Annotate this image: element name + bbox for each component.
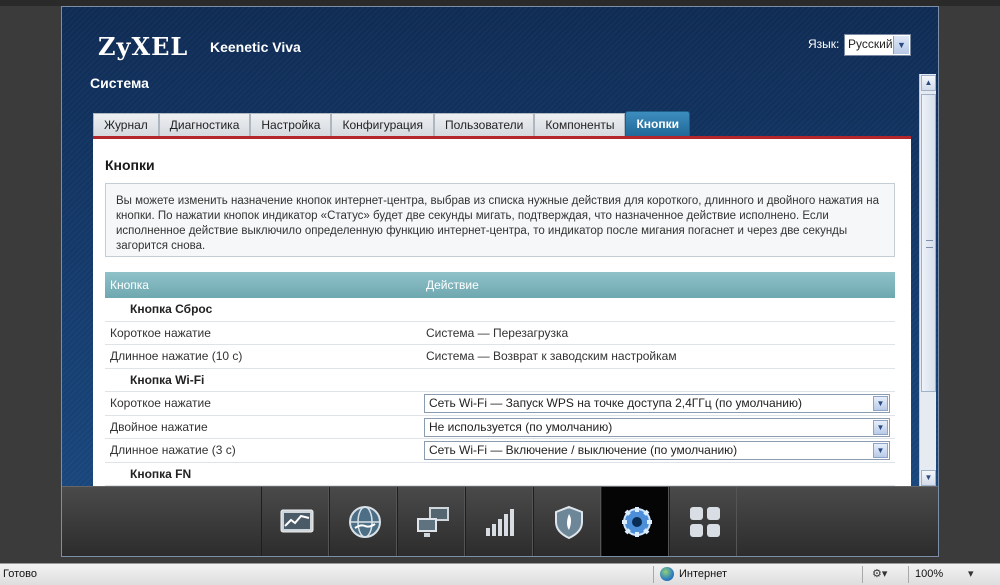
status-divider — [653, 566, 654, 583]
model-name: Keenetic Viva — [210, 39, 301, 55]
dock-security[interactable] — [533, 487, 601, 556]
dock-monitor[interactable] — [261, 487, 329, 556]
brand-logo: ZyXEL — [98, 32, 189, 61]
router-web-interface: ZyXEL Keenetic Viva Язык: Русский ▼ Сист… — [61, 6, 939, 557]
tab-users[interactable]: Пользователи — [433, 113, 535, 137]
network-computers-icon — [417, 507, 449, 537]
tab-settings[interactable]: Настройка — [250, 113, 332, 137]
tab-configuration[interactable]: Конфигурация — [331, 113, 434, 137]
table-row: Двойное нажатие Не используется (по умол… — [105, 416, 895, 439]
monitor-chart-icon — [280, 509, 314, 533]
tab-components[interactable]: Компоненты — [534, 113, 626, 137]
protected-mode-icon[interactable]: ⚙▾ — [872, 567, 887, 580]
status-text: Готово — [3, 568, 37, 580]
action-select-value: Сеть Wi-Fi — Запуск WPS на точке доступа… — [429, 396, 802, 410]
column-header-action: Действие — [426, 278, 479, 292]
action-select[interactable]: Сеть Wi-Fi — Запуск WPS на точке доступа… — [424, 394, 890, 413]
gear-icon — [622, 507, 652, 537]
info-box: Вы можете изменить назначение кнопок инт… — [105, 183, 895, 257]
vertical-scrollbar[interactable]: ▲ ▼ — [919, 74, 936, 488]
table-header: Кнопка Действие — [105, 272, 895, 298]
group-label: Кнопка Wi-Fi — [130, 372, 205, 387]
tab-diagnostics[interactable]: Диагностика — [158, 113, 251, 137]
action-select-value: Сеть Wi-Fi — Включение / выключение (по … — [429, 443, 738, 457]
action-value: Система — Перезагрузка — [426, 325, 569, 340]
content-panel: Кнопки Вы можете изменить назначение кно… — [93, 139, 911, 487]
press-type: Длинное нажатие (10 с) — [110, 349, 243, 363]
signal-bars-icon — [486, 509, 514, 536]
action-select-value: Не используется (по умолчанию) — [429, 419, 613, 434]
action-select[interactable]: Сеть Wi-Fi — Включение / выключение (по … — [424, 441, 890, 460]
globe-icon — [349, 506, 381, 538]
language-select-value: Русский — [848, 37, 893, 51]
group-label: Кнопка FN — [130, 466, 192, 481]
press-type: Короткое нажатие — [110, 325, 211, 340]
scrollbar-thumb[interactable] — [921, 94, 936, 392]
dock-wifi[interactable] — [465, 487, 533, 556]
status-divider — [862, 566, 863, 583]
press-type: Короткое нажатие — [110, 396, 211, 410]
table-row: Короткое нажатие Система — Перезагрузка — [105, 322, 895, 345]
chevron-down-icon: ▼ — [873, 443, 888, 458]
group-row-reset: Кнопка Сброс — [105, 298, 895, 322]
group-row-wifi: Кнопка Wi-Fi — [105, 369, 895, 392]
zoom-dropdown-icon[interactable]: ▾ — [968, 567, 974, 580]
apps-grid-icon — [690, 507, 720, 537]
chevron-down-icon: ▼ — [893, 36, 909, 54]
internet-zone-icon — [660, 567, 674, 581]
dock-system[interactable] — [601, 487, 669, 556]
column-header-button: Кнопка — [110, 278, 149, 292]
tab-bar: Журнал Диагностика Настройка Конфигураци… — [93, 111, 690, 137]
tab-buttons[interactable]: Кнопки — [625, 111, 690, 137]
bottom-dock — [62, 486, 938, 556]
action-value: Система — Возврат к заводским настройкам — [426, 349, 677, 363]
zoom-level[interactable]: 100% — [915, 568, 943, 580]
table-row: Длинное нажатие (10 с) Система — Возврат… — [105, 345, 895, 369]
chevron-down-icon: ▼ — [873, 396, 888, 411]
table-row: Короткое нажатие Сеть Wi-Fi — Запуск WPS… — [105, 392, 895, 416]
table-row: Длинное нажатие (3 с) Сеть Wi-Fi — Включ… — [105, 439, 895, 463]
security-zone: Интернет — [660, 567, 727, 581]
chevron-down-icon: ▼ — [873, 419, 888, 435]
tab-journal[interactable]: Журнал — [93, 113, 159, 137]
page-title: Система — [90, 75, 149, 91]
zone-label: Интернет — [679, 568, 727, 580]
scroll-down-icon[interactable]: ▼ — [921, 470, 936, 486]
language-label: Язык: — [808, 37, 840, 51]
status-divider — [908, 566, 909, 583]
language-select[interactable]: Русский ▼ — [844, 34, 911, 56]
dock-home-network[interactable] — [397, 487, 465, 556]
group-row-fn: Кнопка FN — [105, 463, 895, 486]
content-title: Кнопки — [105, 157, 155, 173]
group-label: Кнопка Сброс — [130, 302, 213, 316]
press-type: Двойное нажатие — [110, 419, 208, 434]
shield-icon — [555, 505, 583, 540]
scroll-up-icon[interactable]: ▲ — [921, 75, 936, 91]
dock-internet[interactable] — [329, 487, 397, 556]
buttons-table: Кнопка Действие Кнопка Сброс Короткое на… — [105, 272, 895, 486]
browser-status-bar: Готово Интернет ⚙▾ 100% ▾ — [0, 563, 1000, 585]
action-select[interactable]: Не используется (по умолчанию) ▼ — [424, 417, 890, 437]
press-type: Длинное нажатие (3 с) — [110, 443, 236, 457]
dock-apps[interactable] — [669, 487, 737, 556]
